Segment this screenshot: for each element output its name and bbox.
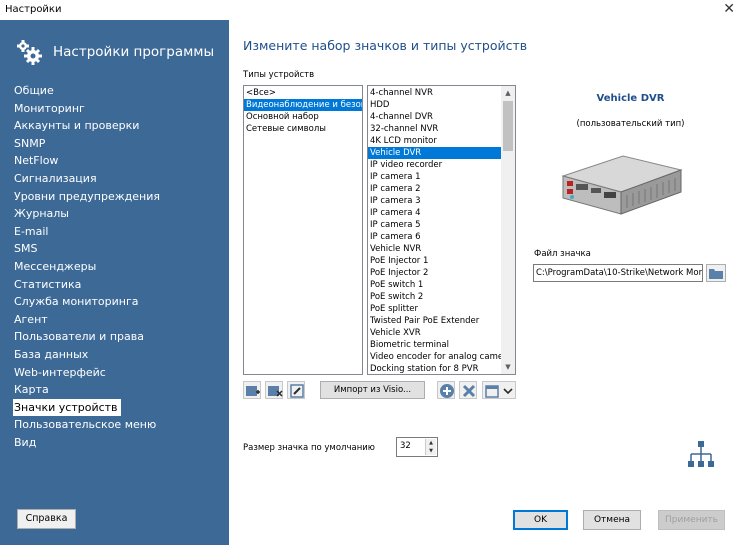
sidebar-item[interactable]: Уровни предупреждения: [13, 188, 160, 206]
icon-size-value: 32: [400, 441, 411, 451]
device-item[interactable]: PoE Injector 1: [368, 255, 501, 267]
sidebar-item[interactable]: Служба мониторинга: [13, 293, 160, 311]
device-name: Vehicle DVR: [596, 93, 665, 104]
gears-icon: [17, 40, 42, 65]
remove-type-button[interactable]: [459, 381, 477, 399]
settings-nav: Общие Мониторинг Аккаунты и проверки SNMP Ne…: [13, 82, 160, 451]
device-type-item[interactable]: <Все>: [244, 87, 362, 99]
spin-arrows-icon[interactable]: ▲ ▼: [425, 439, 436, 455]
scroll-thumb[interactable]: [503, 101, 513, 151]
icon-size-spinner[interactable]: 32 ▲ ▼: [396, 437, 438, 457]
title-bar: Настройки ✕: [0, 0, 743, 20]
icon-size-label: Размер значка по умолчанию: [243, 443, 375, 453]
device-item[interactable]: Biometric terminal: [368, 339, 501, 351]
sidebar-item[interactable]: Карта: [13, 381, 160, 399]
device-item[interactable]: PoE Injector 2: [368, 267, 501, 279]
sidebar-item[interactable]: SNMP: [13, 135, 160, 153]
vehicle-dvr-image: [561, 155, 683, 215]
apply-button[interactable]: Применить: [658, 510, 725, 530]
calendar-dropdown-icon: [485, 385, 513, 398]
device-item[interactable]: IP camera 6: [368, 231, 501, 243]
devices-list[interactable]: 4-channel NVR HDD 4-channel DVR 32-channel …: [367, 85, 516, 375]
network-topology-icon: [688, 441, 714, 467]
edit-icon-button[interactable]: [287, 381, 305, 399]
page-title: Измените набор значков и типы устройств: [243, 38, 528, 53]
delete-image-icon: [268, 386, 283, 397]
folder-icon: [709, 269, 723, 279]
browse-button[interactable]: [706, 264, 726, 282]
device-type-item[interactable]: Видеонаблюдение и безопасность: [244, 99, 362, 111]
device-item[interactable]: Vehicle XVR: [368, 327, 501, 339]
sidebar-item[interactable]: Web-интерфейс: [13, 364, 160, 382]
delete-icon-button[interactable]: [265, 381, 283, 399]
close-icon[interactable]: ✕: [723, 1, 735, 17]
sidebar-item[interactable]: Мессенджеры: [13, 258, 160, 276]
cancel-button[interactable]: Отмена: [583, 510, 641, 530]
device-item[interactable]: 32-channel NVR: [368, 123, 501, 135]
device-item[interactable]: HDD: [368, 99, 501, 111]
sidebar-heading: Настройки программы: [53, 44, 215, 60]
device-item[interactable]: IP camera 4: [368, 207, 501, 219]
sidebar-item[interactable]: Пользователи и права: [13, 328, 160, 346]
devices-scrollbar[interactable]: ▲ ▼: [501, 86, 515, 374]
device-item[interactable]: Vehicle DVR: [368, 147, 501, 159]
device-item[interactable]: IP camera 2: [368, 183, 501, 195]
add-icon-button[interactable]: [243, 381, 261, 399]
device-item[interactable]: PoE switch 1: [368, 279, 501, 291]
sidebar: Настройки программы Общие Мониторинг Аккау…: [0, 20, 229, 545]
sidebar-item[interactable]: Журналы: [13, 205, 160, 223]
icon-file-label: Файл значка: [534, 249, 591, 259]
device-item[interactable]: 4K LCD monitor: [368, 135, 501, 147]
sidebar-item[interactable]: SMS: [13, 240, 160, 258]
scroll-down-icon[interactable]: ▼: [501, 360, 515, 374]
device-item[interactable]: IP camera 3: [368, 195, 501, 207]
device-type-label: (пользовательский тип): [576, 119, 685, 129]
sidebar-item[interactable]: Мониторинг: [13, 100, 160, 118]
device-item[interactable]: Docking station for 8 PVR: [368, 363, 501, 374]
device-item[interactable]: Vehicle NVR: [368, 243, 501, 255]
sidebar-item[interactable]: E-mail: [13, 223, 160, 241]
device-item[interactable]: IP video recorder: [368, 159, 501, 171]
add-circle-icon: [440, 384, 454, 398]
device-item[interactable]: IP camera 5: [368, 219, 501, 231]
scroll-up-icon[interactable]: ▲: [501, 86, 515, 100]
sidebar-item[interactable]: Общие: [13, 82, 160, 100]
ok-button[interactable]: OK: [513, 510, 568, 530]
sidebar-item[interactable]: Пользовательское меню: [13, 416, 160, 434]
sidebar-item[interactable]: Сигнализация: [13, 170, 160, 188]
sidebar-item[interactable]: Статистика: [13, 276, 160, 294]
sidebar-item[interactable]: Вид: [13, 434, 160, 452]
device-type-item[interactable]: Основной набор: [244, 111, 362, 123]
device-item[interactable]: PoE switch 2: [368, 291, 501, 303]
window-title: Настройки: [5, 4, 62, 15]
device-item[interactable]: PoE splitter: [368, 303, 501, 315]
type-menu-button[interactable]: [482, 381, 516, 399]
sidebar-item[interactable]: Аккаунты и проверки: [13, 117, 160, 135]
device-item[interactable]: 4-channel DVR: [368, 111, 501, 123]
sidebar-item[interactable]: Агент: [13, 311, 160, 329]
help-button[interactable]: Справка: [17, 509, 76, 529]
device-item[interactable]: 4-channel NVR: [368, 87, 501, 99]
sidebar-item[interactable]: NetFlow: [13, 152, 160, 170]
edit-icon: [290, 384, 304, 398]
add-image-icon: [246, 386, 260, 396]
import-visio-button[interactable]: Импорт из Visio...: [320, 381, 425, 399]
device-item[interactable]: IP camera 1: [368, 171, 501, 183]
device-type-item[interactable]: Сетевые символы: [244, 123, 362, 135]
remove-x-icon: [462, 384, 476, 398]
device-item[interactable]: Twisted Pair PoE Extender: [368, 315, 501, 327]
device-types-label: Типы устройств: [243, 70, 315, 80]
sidebar-item[interactable]: База данных: [13, 346, 160, 364]
device-item[interactable]: Video encoder for analog cameras: [368, 351, 501, 363]
icon-file-path-input[interactable]: C:\ProgramData\10-Strike\Network Monitor…: [533, 264, 703, 282]
sidebar-item[interactable]: Значки устройств: [13, 398, 121, 417]
add-type-button[interactable]: [437, 381, 455, 399]
device-types-list[interactable]: <Все>Видеонаблюдение и безопасностьОснов…: [243, 85, 363, 375]
